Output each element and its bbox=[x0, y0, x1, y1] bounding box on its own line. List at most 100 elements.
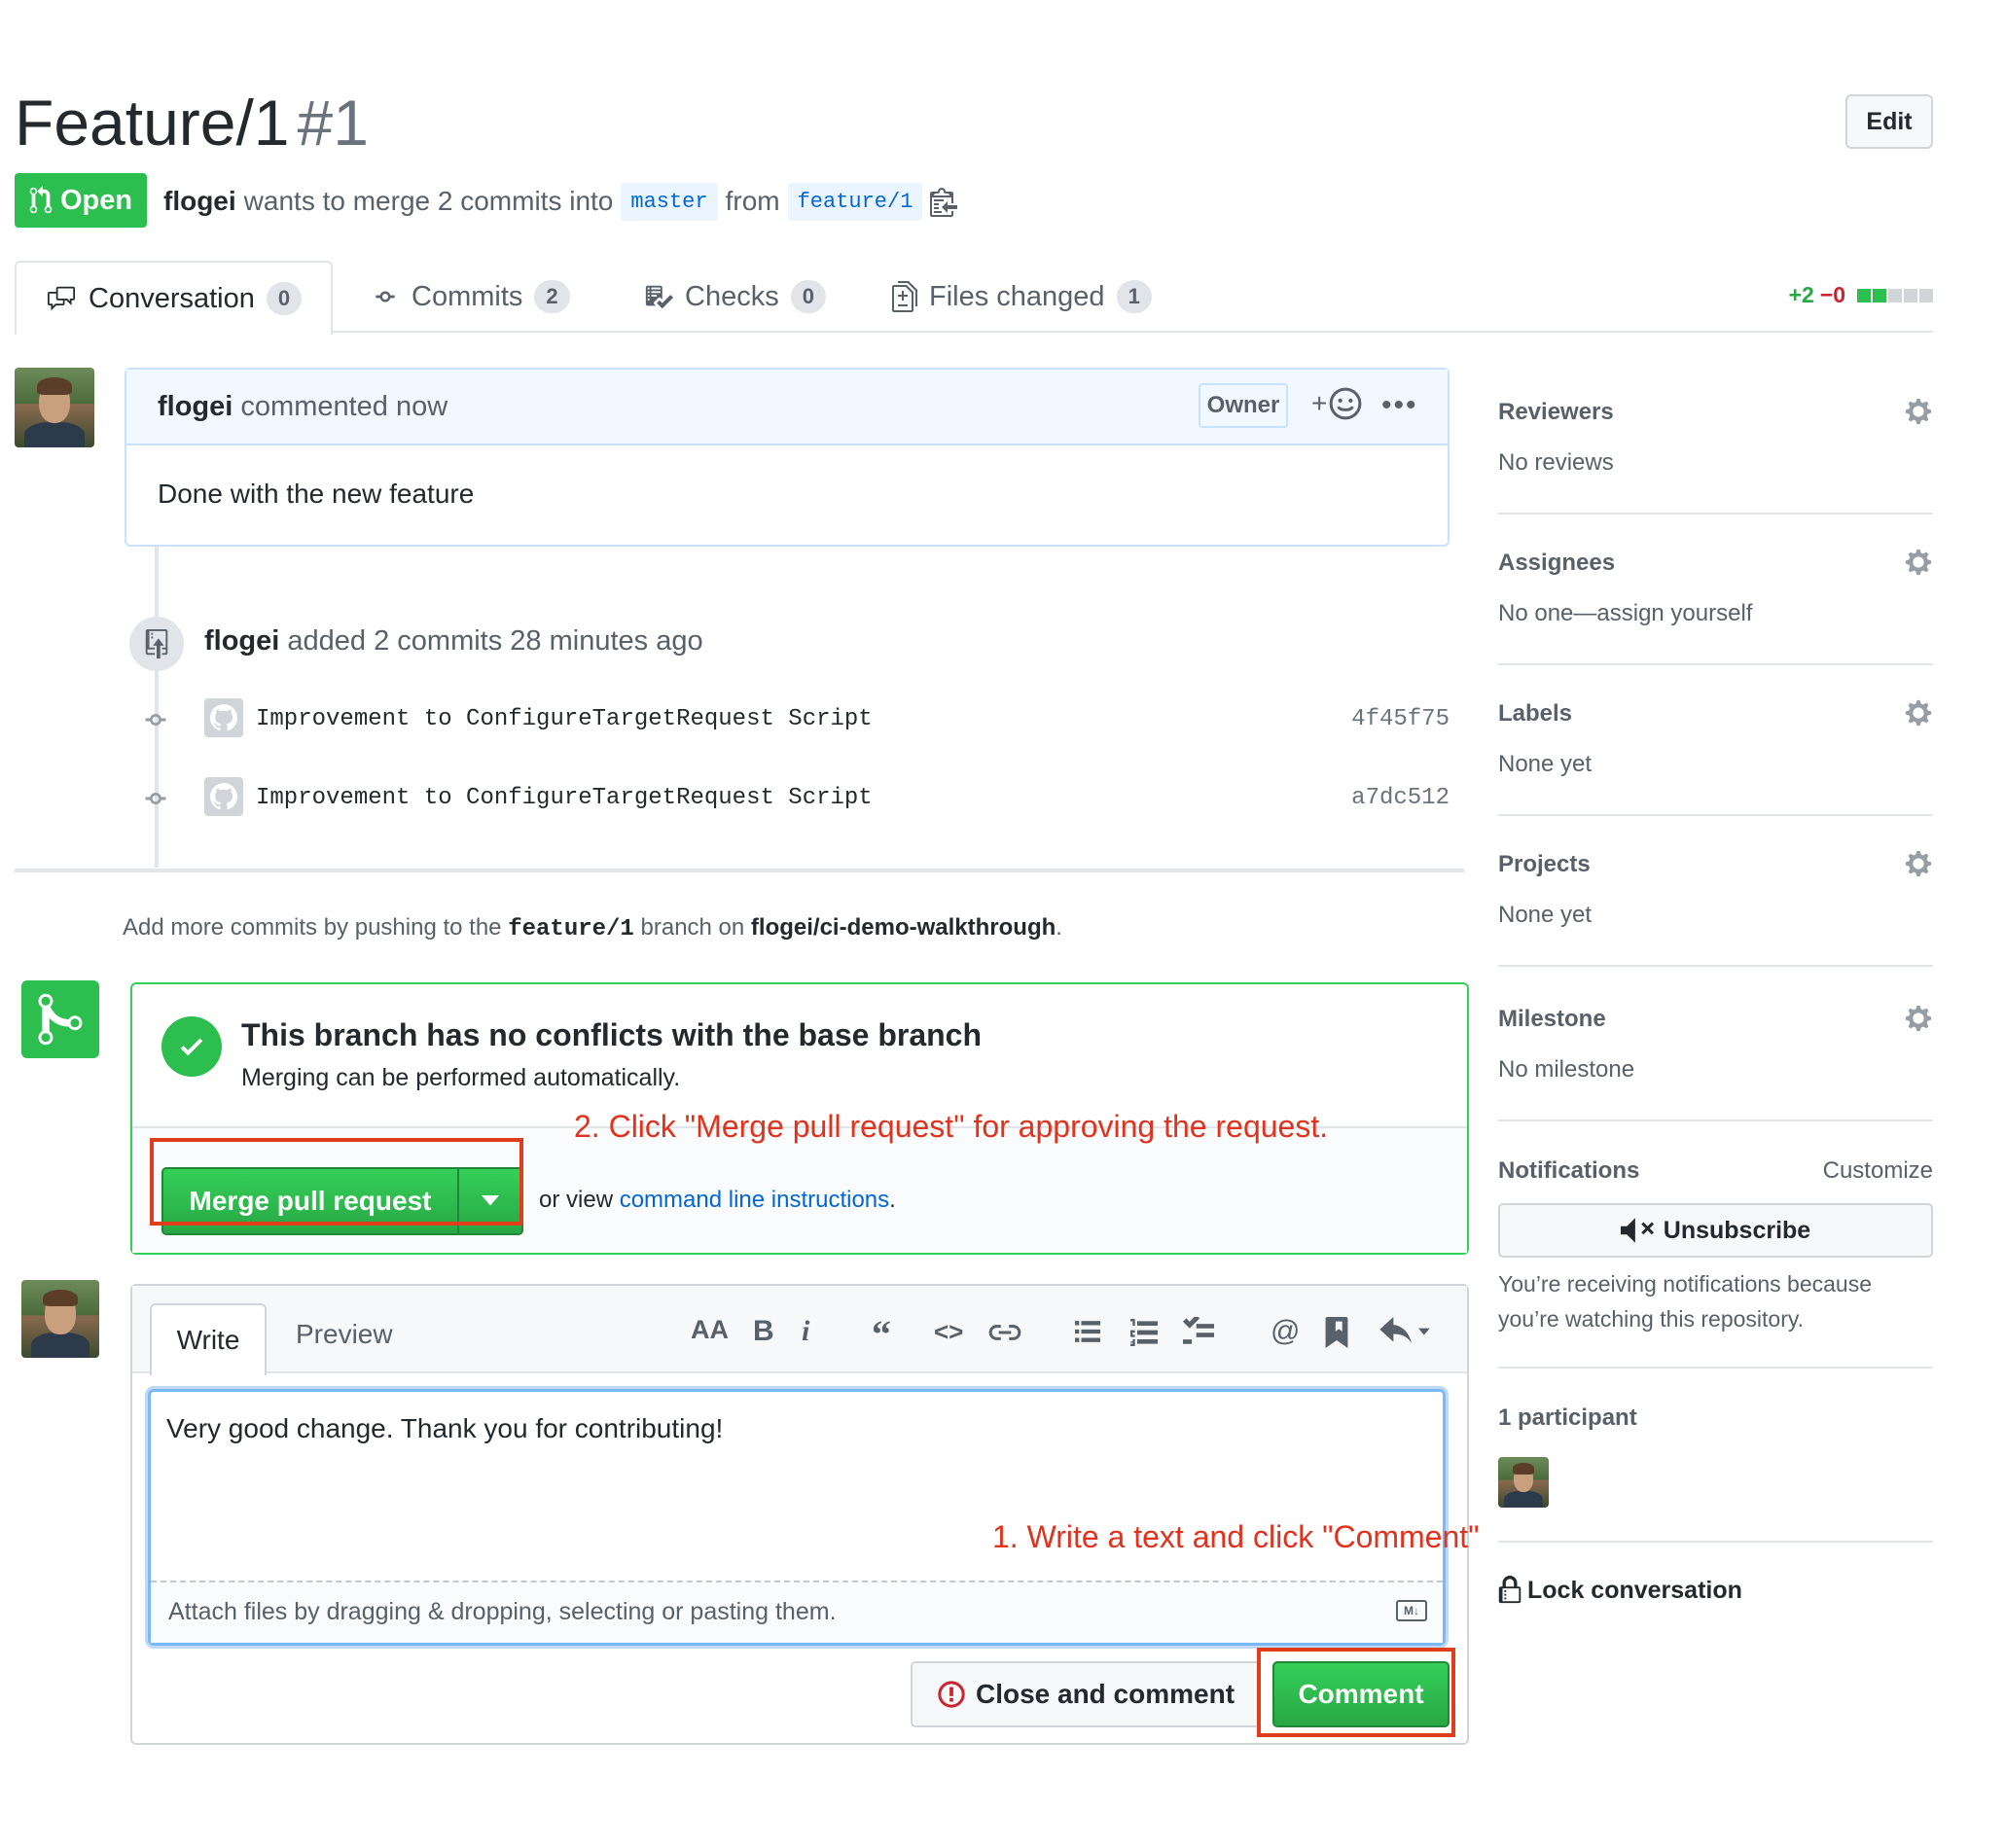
tab-preview[interactable]: Preview bbox=[296, 1319, 393, 1350]
base-branch[interactable]: master bbox=[621, 182, 718, 221]
head-branch[interactable]: feature/1 bbox=[787, 182, 923, 221]
diffstat: +2 −0 bbox=[1789, 282, 1933, 308]
file-diff-icon bbox=[892, 281, 917, 312]
avatar[interactable] bbox=[15, 368, 94, 447]
avatar[interactable] bbox=[21, 1280, 99, 1358]
tab-label: Files changed bbox=[929, 280, 1105, 312]
sidebar-notifications: Notifications Customize bbox=[1498, 1157, 1933, 1192]
sidebar-title: Assignees bbox=[1498, 550, 1616, 576]
tab-write[interactable]: Write bbox=[150, 1303, 267, 1375]
comment-author[interactable]: flogei bbox=[158, 391, 233, 422]
unordered-list-icon[interactable] bbox=[1074, 1319, 1101, 1344]
sidebar-title: Labels bbox=[1498, 700, 1573, 727]
commit-author-avatar[interactable] bbox=[204, 698, 243, 737]
hint-mid: branch on bbox=[640, 914, 745, 941]
commit-sha[interactable]: a7dc512 bbox=[1351, 785, 1450, 811]
owner-badge: Owner bbox=[1199, 383, 1288, 428]
plus-icon: + bbox=[1311, 388, 1328, 418]
commit-message[interactable]: Improvement to ConfigureTargetRequest Sc… bbox=[256, 785, 873, 811]
pr-title: Feature/1 #1 bbox=[15, 86, 369, 160]
attach-hint: Attach files by dragging & dropping, sel… bbox=[168, 1598, 837, 1625]
markdown-icon[interactable]: M↓ bbox=[1396, 1600, 1427, 1621]
tab-checks[interactable]: Checks 0 bbox=[644, 261, 826, 333]
tab-files-changed[interactable]: Files changed 1 bbox=[892, 261, 1152, 333]
gear-icon[interactable] bbox=[1904, 1004, 1933, 1033]
check-icon bbox=[161, 1016, 222, 1077]
more-options-icon[interactable]: ••• bbox=[1381, 389, 1418, 422]
comment-textarea[interactable]: Very good change. Thank you for contribu… bbox=[148, 1389, 1446, 1646]
gear-icon[interactable] bbox=[1904, 397, 1933, 426]
push-event: flogei added 2 commits 28 minutes ago bbox=[204, 625, 703, 657]
annotation-frame-comment bbox=[1257, 1648, 1455, 1737]
sidebar-title: 1 participant bbox=[1498, 1404, 1637, 1431]
tab-counter: 2 bbox=[534, 280, 570, 313]
commit-message[interactable]: Improvement to ConfigureTargetRequest Sc… bbox=[256, 706, 873, 732]
italic-icon[interactable]: i bbox=[802, 1315, 809, 1348]
tab-commits[interactable]: Commits 2 bbox=[371, 261, 570, 333]
clipboard-icon[interactable] bbox=[930, 186, 958, 217]
merge-text: wants to merge 2 commits into bbox=[243, 186, 614, 216]
lock-conversation-link[interactable]: Lock conversation bbox=[1498, 1576, 1742, 1605]
bookmark-icon[interactable] bbox=[1325, 1317, 1348, 1348]
tab-conversation[interactable]: Conversation 0 bbox=[15, 261, 334, 335]
sidebar-value: No reviews bbox=[1498, 449, 1614, 476]
tab-label: Conversation bbox=[89, 282, 255, 314]
gear-icon[interactable] bbox=[1904, 698, 1933, 728]
commit-author-avatar[interactable] bbox=[204, 777, 243, 816]
from-text: from bbox=[725, 186, 780, 216]
tab-counter: 0 bbox=[266, 282, 303, 315]
pr-title-text: Feature/1 bbox=[15, 87, 290, 159]
smiley-icon bbox=[1329, 387, 1362, 420]
customize-link[interactable]: Customize bbox=[1823, 1157, 1933, 1185]
bold-icon[interactable]: B bbox=[753, 1315, 774, 1348]
tab-label: Commits bbox=[412, 280, 523, 312]
lock-icon bbox=[1498, 1576, 1522, 1604]
push-description: added 2 commits 28 minutes ago bbox=[287, 625, 703, 657]
gear-icon[interactable] bbox=[1904, 548, 1933, 577]
sidebar-divider bbox=[1498, 513, 1933, 515]
repo-push-icon bbox=[129, 617, 184, 671]
sidebar-title: Milestone bbox=[1498, 1006, 1606, 1032]
or-view-text: or view bbox=[539, 1187, 614, 1213]
cli-end: . bbox=[889, 1187, 896, 1213]
unsubscribe-label: Unsubscribe bbox=[1663, 1216, 1811, 1244]
pr-number: #1 bbox=[297, 87, 369, 159]
github-mark-icon bbox=[210, 704, 237, 731]
participant-avatar[interactable] bbox=[1498, 1457, 1549, 1508]
push-author[interactable]: flogei bbox=[204, 625, 279, 657]
sidebar-title: Notifications bbox=[1498, 1157, 1640, 1184]
commit-sha[interactable]: 4f45f75 bbox=[1351, 706, 1450, 732]
mention-icon[interactable]: @ bbox=[1271, 1315, 1300, 1348]
author-link[interactable]: flogei bbox=[163, 186, 236, 217]
mute-icon bbox=[1620, 1218, 1654, 1243]
edit-button[interactable]: Edit bbox=[1845, 94, 1933, 149]
annotation-step-2: 2. Click "Merge pull request" for approv… bbox=[574, 1109, 1329, 1144]
comment-box: flogei commented now Owner + ••• Done wi… bbox=[125, 368, 1450, 547]
diff-deletions: −0 bbox=[1819, 282, 1845, 307]
pull-request-icon bbox=[29, 186, 53, 214]
comment-text[interactable]: Very good change. Thank you for contribu… bbox=[166, 1413, 723, 1444]
quote-icon[interactable]: “ bbox=[872, 1311, 891, 1357]
sidebar-value: No milestone bbox=[1498, 1056, 1635, 1083]
link-icon[interactable] bbox=[988, 1321, 1021, 1344]
file-attach-area[interactable]: Attach files by dragging & dropping, sel… bbox=[151, 1581, 1443, 1643]
tasklist-icon[interactable] bbox=[1183, 1317, 1214, 1344]
close-and-comment-button[interactable]: Close and comment bbox=[911, 1661, 1261, 1727]
add-reaction-button[interactable]: + bbox=[1311, 387, 1362, 420]
hint-repo[interactable]: flogei/ci-demo-walkthrough bbox=[751, 914, 1056, 941]
comment-discussion-icon bbox=[48, 286, 75, 311]
command-line-instructions-link[interactable]: command line instructions bbox=[620, 1187, 889, 1213]
sidebar-divider bbox=[1498, 965, 1933, 967]
status-badge: Open bbox=[15, 173, 147, 228]
gear-icon[interactable] bbox=[1904, 849, 1933, 878]
timeline-divider bbox=[15, 869, 1464, 872]
tab-label: Checks bbox=[685, 280, 779, 312]
sidebar-value[interactable]: No one—assign yourself bbox=[1498, 600, 1752, 627]
text-size-icon[interactable]: AA bbox=[691, 1315, 729, 1345]
code-icon[interactable]: <> bbox=[934, 1317, 963, 1347]
sidebar-value: None yet bbox=[1498, 751, 1593, 777]
ordered-list-icon[interactable] bbox=[1130, 1319, 1158, 1346]
unsubscribe-button[interactable]: Unsubscribe bbox=[1498, 1203, 1933, 1258]
sidebar-divider bbox=[1498, 814, 1933, 816]
reply-icon[interactable] bbox=[1379, 1317, 1430, 1344]
